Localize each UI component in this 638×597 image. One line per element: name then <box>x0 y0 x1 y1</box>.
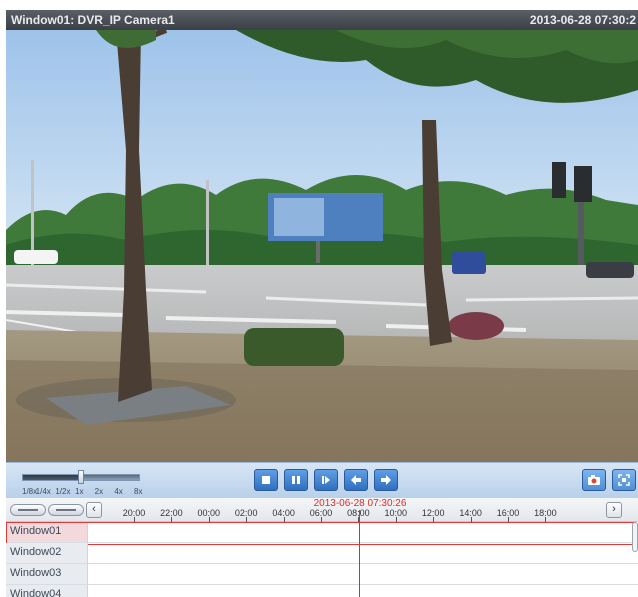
channel-label[interactable]: Window04 <box>6 585 88 597</box>
fullscreen-icon <box>618 474 630 486</box>
slow-backward-button[interactable] <box>344 469 368 491</box>
channel-label[interactable]: Window01 <box>6 522 88 542</box>
video-titlebar: Window01: DVR_IP Camera1 2013-06-28 07:3… <box>6 10 638 30</box>
speed-label: 1/2x <box>55 487 71 496</box>
video-viewport[interactable] <box>6 30 638 462</box>
channel-label[interactable]: Window03 <box>6 564 88 584</box>
speed-slider-fill <box>23 475 81 480</box>
window-camera-label: Window01: DVR_IP Camera1 <box>11 13 175 27</box>
arrow-right-icon <box>381 475 391 485</box>
stop-icon <box>262 476 270 484</box>
timeline-scroll-handle[interactable] <box>632 522 638 552</box>
speed-label: 1/4x <box>35 487 51 496</box>
single-frame-button[interactable] <box>314 469 338 491</box>
speed-slider[interactable]: 1/8x 1/4x 1/2x 1x 2x 4x 8x <box>18 467 158 497</box>
speed-labels: 1/8x 1/4x 1/2x 1x 2x 4x 8x <box>18 487 158 497</box>
playback-toolbar: 1/8x 1/4x 1/2x 1x 2x 4x 8x <box>6 462 638 498</box>
pause-button[interactable] <box>284 469 308 491</box>
pause-icon <box>292 476 300 484</box>
speed-label: 8x <box>134 487 143 496</box>
playback-timeline: ‹ › 2013-06-28 07:30:26 20:00 22:00 00:00 0… <box>6 498 638 597</box>
timeline-prev-button[interactable]: ‹ <box>86 502 102 518</box>
zoom-in-button[interactable] <box>48 504 84 516</box>
channel-row[interactable]: Window02 <box>6 543 638 564</box>
camera-scene <box>6 30 638 462</box>
time-ruler[interactable]: ‹ › 2013-06-28 07:30:26 20:00 22:00 00:00 0… <box>6 498 638 522</box>
speed-slider-thumb[interactable] <box>78 470 84 484</box>
step-forward-icon <box>322 476 330 484</box>
channel-list: Window01 Window02 Window03 Window04 <box>6 522 638 597</box>
channel-row[interactable]: Window01 <box>6 522 638 545</box>
arrow-left-icon <box>351 475 361 485</box>
fast-forward-button[interactable] <box>374 469 398 491</box>
camera-icon <box>588 475 600 485</box>
channel-label[interactable]: Window02 <box>6 543 88 563</box>
speed-label: 2x <box>94 487 104 496</box>
osd-timestamp: 2013-06-28 07:30:2 <box>529 13 636 27</box>
playback-window: Window01: DVR_IP Camera1 2013-06-28 07:3… <box>0 0 638 597</box>
capture-button[interactable] <box>582 469 606 491</box>
timeline-next-button[interactable]: › <box>606 502 622 518</box>
speed-label: 4x <box>114 487 123 496</box>
channel-row[interactable]: Window03 <box>6 564 638 585</box>
zoom-out-button[interactable] <box>10 504 46 516</box>
fullscreen-button[interactable] <box>612 469 636 491</box>
chevron-left-icon: ‹ <box>92 503 96 515</box>
channel-row[interactable]: Window04 <box>6 585 638 597</box>
chevron-right-icon: › <box>612 503 616 515</box>
time-cursor-line[interactable] <box>359 510 360 597</box>
speed-label: 1x <box>75 487 84 496</box>
stop-button[interactable] <box>254 469 278 491</box>
